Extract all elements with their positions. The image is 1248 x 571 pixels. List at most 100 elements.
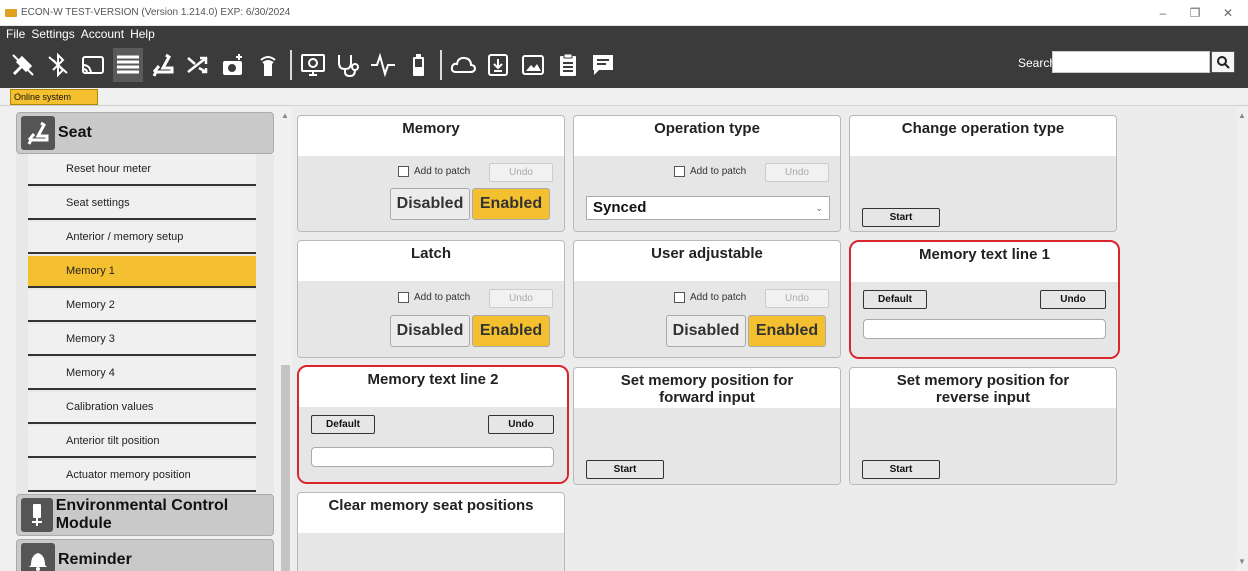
menu-file[interactable]: File bbox=[0, 26, 28, 42]
stethoscope-icon[interactable] bbox=[333, 48, 363, 82]
cloud-icon[interactable] bbox=[448, 48, 478, 82]
enabled-option[interactable]: Enabled bbox=[748, 315, 826, 347]
undo-button[interactable]: Undo bbox=[489, 289, 553, 308]
card-title: Memory bbox=[402, 120, 460, 137]
menu-help[interactable]: Help bbox=[127, 26, 158, 42]
checkbox-box[interactable] bbox=[398, 292, 409, 303]
start-button[interactable]: Start bbox=[586, 460, 664, 479]
disabled-option[interactable]: Disabled bbox=[666, 315, 746, 347]
remote-icon[interactable] bbox=[253, 48, 283, 82]
operation-type-select[interactable]: Synced ⌄ bbox=[586, 196, 830, 220]
comment-icon[interactable] bbox=[588, 48, 618, 82]
add-to-patch-checkbox[interactable]: Add to patch bbox=[398, 166, 470, 177]
card-title: Clear memory seat positions bbox=[328, 497, 534, 514]
sidebar: Seat Reset hour meter Seat settings Ante… bbox=[0, 107, 278, 571]
sidebar-item-memory-1[interactable]: Memory 1 bbox=[28, 256, 256, 288]
add-to-patch-checkbox[interactable]: Add to patch bbox=[674, 292, 746, 303]
scroll-up-icon[interactable]: ▲ bbox=[281, 111, 289, 120]
disabled-option[interactable]: Disabled bbox=[390, 315, 470, 347]
image-icon[interactable] bbox=[518, 48, 548, 82]
checkbox-box[interactable] bbox=[674, 166, 685, 177]
card-set-memory-forward: Set memory position for forward input St… bbox=[573, 367, 841, 485]
undo-button[interactable]: Undo bbox=[488, 415, 554, 434]
bluetooth-off-icon[interactable] bbox=[43, 48, 73, 82]
sidebar-section-ecm[interactable]: Environmental Control Module bbox=[16, 494, 274, 536]
sidebar-item-memory-4[interactable]: Memory 4 bbox=[28, 358, 256, 390]
add-to-patch-label: Add to patch bbox=[690, 292, 747, 303]
disabled-option[interactable]: Disabled bbox=[390, 188, 470, 220]
sidebar-scrollbar[interactable]: ▲ bbox=[279, 107, 292, 571]
sidebar-scroll-thumb[interactable] bbox=[281, 365, 290, 571]
card-title: Operation type bbox=[654, 120, 760, 137]
undo-button[interactable]: Undo bbox=[765, 289, 829, 308]
undo-button[interactable]: Undo bbox=[1040, 290, 1106, 309]
search-input[interactable] bbox=[1052, 51, 1210, 73]
sidebar-item-calibration-values[interactable]: Calibration values bbox=[28, 392, 256, 424]
start-button[interactable]: Start bbox=[862, 460, 940, 479]
undo-button[interactable]: Undo bbox=[765, 163, 829, 182]
card-body: Add to patch Undo Disabled Enabled bbox=[574, 281, 840, 357]
undo-button[interactable]: Undo bbox=[489, 163, 553, 182]
sidebar-item-seat-settings[interactable]: Seat settings bbox=[28, 188, 256, 220]
minimize-button[interactable]: – bbox=[1148, 4, 1178, 22]
default-button[interactable]: Default bbox=[311, 415, 375, 434]
card-body bbox=[298, 533, 564, 571]
camera-plus-icon[interactable] bbox=[218, 48, 248, 82]
card-change-operation-type: Change operation type Start bbox=[849, 115, 1117, 232]
sidebar-item-anterior-tilt-position[interactable]: Anterior tilt position bbox=[28, 426, 256, 458]
disconnect-icon[interactable] bbox=[8, 48, 38, 82]
sidebar-item-reset-hour-meter[interactable]: Reset hour meter bbox=[28, 154, 256, 186]
menu-settings[interactable]: Settings bbox=[28, 26, 77, 42]
pulse-icon[interactable] bbox=[368, 48, 398, 82]
add-to-patch-checkbox[interactable]: Add to patch bbox=[398, 292, 470, 303]
card-operation-type: Operation type Add to patch Undo Synced … bbox=[573, 115, 841, 232]
memory-toggle: Disabled Enabled bbox=[390, 188, 550, 220]
search-button[interactable] bbox=[1211, 51, 1235, 73]
sidebar-item-memory-2[interactable]: Memory 2 bbox=[28, 290, 256, 322]
card-title: Set memory position for forward input bbox=[620, 372, 794, 406]
card-body: Start bbox=[850, 408, 1116, 484]
scroll-up-icon[interactable]: ▲ bbox=[1238, 111, 1246, 120]
sidebar-item-anterior-memory-setup[interactable]: Anterior / memory setup bbox=[28, 222, 256, 254]
sidebar-item-memory-3[interactable]: Memory 3 bbox=[28, 324, 256, 356]
enabled-option[interactable]: Enabled bbox=[472, 188, 550, 220]
sidebar-section-reminder[interactable]: Reminder bbox=[16, 539, 274, 571]
memory-text-line-1-input[interactable] bbox=[863, 319, 1106, 339]
default-button[interactable]: Default bbox=[863, 290, 927, 309]
main-scrollbar[interactable]: ▲ ▼ bbox=[1237, 107, 1248, 571]
search-label: Search bbox=[1018, 56, 1057, 70]
card-body: Add to patch Undo Disabled Enabled bbox=[298, 156, 564, 231]
card-body: Start bbox=[574, 408, 840, 484]
sidebar-item-actuator-memory-position[interactable]: Actuator memory position bbox=[28, 460, 256, 492]
memory-text-line-2-input[interactable] bbox=[311, 447, 554, 467]
card-title: Latch bbox=[410, 245, 451, 262]
card-clear-memory: Clear memory seat positions bbox=[297, 492, 565, 571]
card-body: Add to patch Undo Disabled Enabled bbox=[298, 281, 564, 357]
clipboard-icon[interactable] bbox=[553, 48, 583, 82]
tab-online-system[interactable]: Online system bbox=[10, 89, 98, 105]
maximize-button[interactable]: ❐ bbox=[1180, 4, 1210, 22]
ecm-icon bbox=[21, 498, 53, 532]
menu-toolbar-area: File Settings Account Help Search bbox=[0, 26, 1248, 88]
sidebar-section-seat[interactable]: Seat bbox=[16, 112, 274, 154]
battery-icon[interactable] bbox=[403, 48, 433, 82]
list-icon[interactable] bbox=[113, 48, 143, 82]
checkbox-box[interactable] bbox=[398, 166, 409, 177]
enabled-option[interactable]: Enabled bbox=[472, 315, 550, 347]
card-memory-text-line-2: Memory text line 2 Default Undo bbox=[297, 365, 569, 484]
card-title: Memory text line 1 bbox=[919, 246, 1050, 263]
toolbar-separator bbox=[290, 50, 292, 80]
close-button[interactable]: ✕ bbox=[1213, 4, 1243, 22]
scroll-down-icon[interactable]: ▼ bbox=[1238, 557, 1246, 566]
checkbox-box[interactable] bbox=[674, 292, 685, 303]
start-button[interactable]: Start bbox=[862, 208, 940, 227]
seat-icon[interactable] bbox=[148, 48, 178, 82]
bell-icon bbox=[21, 543, 55, 571]
cast-icon[interactable] bbox=[78, 48, 108, 82]
menu-bar: File Settings Account Help bbox=[0, 26, 158, 42]
menu-account[interactable]: Account bbox=[78, 26, 127, 42]
monitor-icon[interactable] bbox=[298, 48, 328, 82]
add-to-patch-checkbox[interactable]: Add to patch bbox=[674, 166, 746, 177]
download-icon[interactable] bbox=[483, 48, 513, 82]
shuffle-icon[interactable] bbox=[183, 48, 213, 82]
